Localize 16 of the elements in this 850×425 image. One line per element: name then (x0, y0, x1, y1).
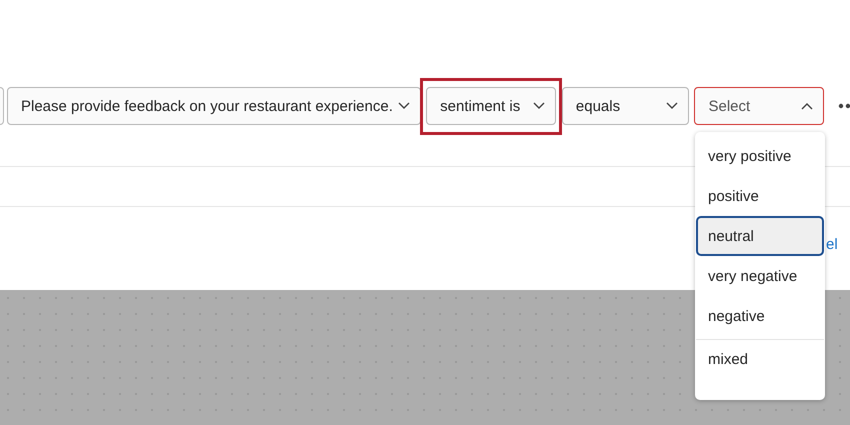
chevron-down-icon (398, 102, 410, 110)
option-item[interactable]: very positive (696, 136, 824, 176)
chevron-down-icon (666, 102, 678, 110)
option-item[interactable]: very negative (696, 256, 824, 296)
option-item[interactable]: neutral (696, 216, 824, 256)
question-select[interactable]: Please provide feedback on your restaurant experience. (6, 87, 422, 125)
more-icon[interactable] (838, 103, 850, 109)
field-select[interactable]: sentiment is (426, 87, 556, 125)
option-item[interactable]: negative (696, 296, 824, 336)
option-item[interactable]: positive (696, 176, 824, 216)
value-select[interactable]: Select (694, 87, 824, 125)
link[interactable]: el (826, 236, 838, 253)
chevron-up-icon (801, 102, 814, 110)
operator-select[interactable]: equals (562, 87, 690, 125)
chevron-down-icon (533, 102, 546, 110)
option-item[interactable]: mixed (696, 339, 824, 379)
